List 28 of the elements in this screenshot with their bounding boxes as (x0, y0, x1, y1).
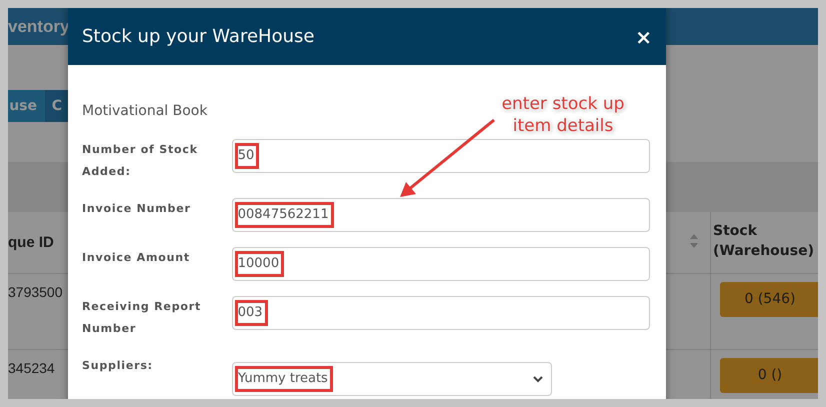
field-label: Invoice Amount (82, 250, 191, 266)
field-label: Invoice Number (82, 201, 192, 217)
column-header: Stock (Warehouse) (710, 212, 818, 273)
product-name: Motivational Book (82, 102, 208, 121)
input-field[interactable]: 50 (232, 139, 650, 173)
input-field[interactable]: 00847562211 (232, 198, 650, 232)
highlighted-value: 00847562211 (234, 202, 334, 228)
caret-icon (533, 376, 543, 382)
table-cell-text: 345234 (8, 359, 56, 378)
input-field[interactable]: 10000 (232, 247, 650, 281)
close-button[interactable]: × (635, 26, 652, 46)
field-label: Number of Stock Added: (82, 142, 199, 180)
dialog-title: Stock up your WareHouse (82, 26, 314, 48)
supplier-select[interactable]: Yummy treats (232, 362, 552, 396)
highlighted-value: 10000 (234, 251, 284, 277)
highlighted-value: 003 (234, 300, 268, 326)
input-field[interactable]: 003 (232, 296, 650, 330)
app-title: ventory (8, 17, 70, 36)
highlighted-value: 50 (234, 143, 260, 169)
field-label: Suppliers: (82, 358, 154, 374)
field-label: Receiving Report Number (82, 299, 202, 337)
stock-badge: 0 () (720, 358, 818, 393)
column-header: que ID (8, 233, 55, 253)
callout-text: enter stock up item details (500, 93, 626, 137)
sort-icon[interactable] (690, 234, 698, 248)
highlighted-value: Yummy treats (235, 366, 333, 392)
stock-badge: 0 (546) (720, 282, 818, 317)
table-cell-text: 3793500 (8, 283, 64, 302)
